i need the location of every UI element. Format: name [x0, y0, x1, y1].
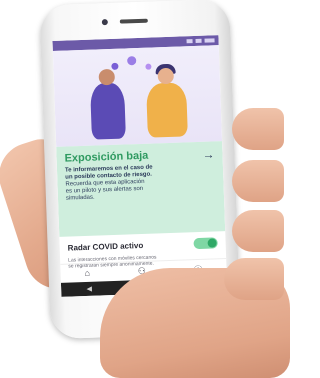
toggle-knob — [207, 238, 217, 248]
battery-icon — [204, 38, 215, 43]
radar-label: Radar COVID activo — [67, 240, 144, 253]
person-illustration — [146, 63, 188, 138]
back-icon[interactable]: ◀ — [86, 285, 92, 293]
bubble-icon — [127, 56, 137, 66]
front-camera — [101, 19, 108, 26]
earpiece-speaker — [119, 18, 148, 24]
arrow-right-icon[interactable]: → — [202, 147, 214, 161]
exposure-card[interactable]: Exposición baja Te informaremos en el ca… — [56, 141, 226, 237]
radar-toggle[interactable] — [193, 237, 218, 250]
wifi-icon — [186, 39, 193, 44]
hand-finger — [232, 108, 284, 150]
hand-finger — [224, 258, 284, 300]
bubble-icon — [111, 62, 119, 70]
app-screen: Exposición baja Te informaremos en el ca… — [52, 35, 228, 297]
person-illustration — [89, 68, 126, 140]
bubble-icon — [145, 63, 152, 70]
scene: Exposición baja Te informaremos en el ca… — [0, 0, 290, 378]
home-icon[interactable]: ⌂ — [84, 268, 90, 278]
signal-icon — [195, 38, 202, 43]
hero-illustration — [52, 45, 223, 147]
hand-finger — [232, 160, 284, 202]
exposure-title: Exposición baja — [64, 149, 149, 165]
hand-finger — [232, 210, 284, 252]
